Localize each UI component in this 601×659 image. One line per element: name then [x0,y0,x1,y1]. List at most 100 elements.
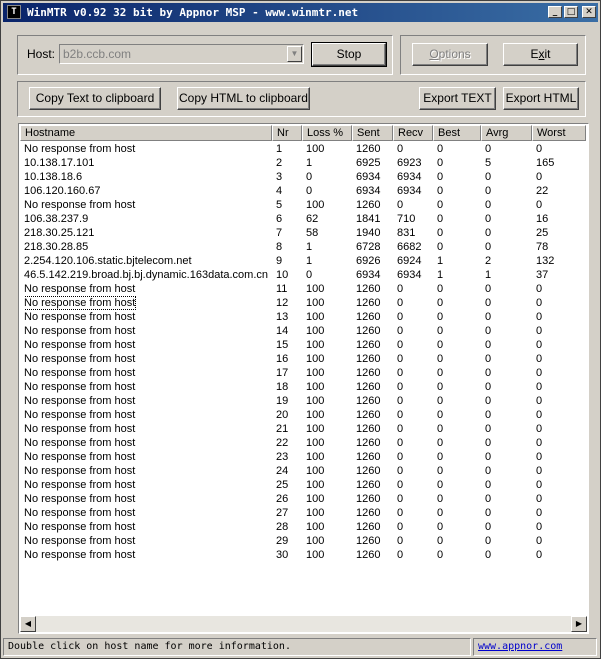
cell-loss: 100 [306,283,325,295]
table-row[interactable]: 106.38.237.9 6 62 1841 710 0 0 16 [20,212,586,226]
cell-avrg: 0 [485,143,492,155]
cell-sent: 6925 [356,157,381,169]
hops-listview[interactable]: Hostname Nr Loss % Sent Recv Best Avrg Worst No… [18,123,589,634]
cell-avrg: 0 [485,423,492,435]
cell-loss: 100 [306,353,325,365]
table-row[interactable]: No response from host 11 100 1260 0 0 0 0 [20,282,586,296]
table-row[interactable]: 10.138.18.6 3 0 6934 6934 0 0 0 [20,170,586,184]
cell-recv: 0 [397,381,404,393]
table-row[interactable]: No response from host 13 100 1260 0 0 0 0 [20,310,586,324]
column-header-hostname[interactable]: Hostname [20,125,272,141]
cell-avrg: 0 [485,199,492,211]
cell-nr: 26 [276,493,289,505]
column-header-loss[interactable]: Loss % [302,125,352,141]
table-row[interactable]: No response from host 26 100 1260 0 0 0 0 [20,492,586,506]
cell-sent: 1841 [356,213,381,225]
maximize-icon[interactable]: □ [564,6,578,18]
table-row[interactable]: 2.254.120.106.static.bjtelecom.net 9 1 6926… [20,254,586,268]
horizontal-scrollbar[interactable]: ◀ ▶ [20,616,587,632]
table-row[interactable]: No response from host 20 100 1260 0 0 0 0 [20,408,586,422]
table-row[interactable]: No response from host 17 100 1260 0 0 0 0 [20,366,586,380]
table-row[interactable]: No response from host 12 100 1260 0 0 0 0 [20,296,586,310]
cell-sent: 1260 [356,199,381,211]
table-row[interactable]: No response from host 16 100 1260 0 0 0 0 [20,352,586,366]
table-row[interactable]: No response from host 23 100 1260 0 0 0 0 [20,450,586,464]
cell-sent: 1260 [356,367,381,379]
table-row[interactable]: No response from host 25 100 1260 0 0 0 0 [20,478,586,492]
column-header-avrg[interactable]: Avrg [481,125,532,141]
column-header-nr[interactable]: Nr [272,125,302,141]
chevron-down-icon[interactable]: ▼ [287,46,302,62]
table-row[interactable]: No response from host 21 100 1260 0 0 0 0 [20,422,586,436]
cell-best: 0 [437,241,444,253]
scroll-left-icon[interactable]: ◀ [20,616,36,632]
cell-sent: 1260 [356,409,381,421]
table-row[interactable]: 10.138.17.101 2 1 6925 6923 0 5 165 [20,156,586,170]
cell-best: 0 [437,325,444,337]
table-row[interactable]: No response from host 29 100 1260 0 0 0 0 [20,534,586,548]
cell-sent: 1260 [356,535,381,547]
cell-loss: 100 [306,199,325,211]
host-combobox[interactable]: b2b.ccb.com ▼ [59,44,304,64]
table-row[interactable]: No response from host 22 100 1260 0 0 0 0 [20,436,586,450]
copy-html-button[interactable]: Copy HTML to clipboard [177,87,310,110]
export-html-button[interactable]: Export HTML [503,87,579,110]
table-row[interactable]: No response from host 18 100 1260 0 0 0 0 [20,380,586,394]
table-row[interactable]: No response from host 19 100 1260 0 0 0 0 [20,394,586,408]
cell-recv: 0 [397,423,404,435]
table-row[interactable]: 218.30.25.121 7 58 1940 831 0 0 25 [20,226,586,240]
table-row[interactable]: No response from host 24 100 1260 0 0 0 0 [20,464,586,478]
cell-best: 0 [437,381,444,393]
column-header-worst[interactable]: Worst [532,125,586,141]
title-bar[interactable]: T WinMTR v0.92 32 bit by Appnor MSP - ww… [3,3,598,22]
cell-best: 0 [437,283,444,295]
column-header-recv[interactable]: Recv [393,125,433,141]
export-text-button[interactable]: Export TEXT [419,87,496,110]
cell-hostname: No response from host [24,479,136,491]
cell-avrg: 2 [485,255,492,267]
cell-hostname: No response from host [24,451,136,463]
copy-text-button[interactable]: Copy Text to clipboard [29,87,161,110]
table-row[interactable]: No response from host 15 100 1260 0 0 0 0 [20,338,586,352]
table-row[interactable]: No response from host 1 100 1260 0 0 0 0 [20,142,586,156]
cell-hostname: No response from host [24,339,136,351]
cell-loss: 58 [306,227,319,239]
cell-best: 0 [437,451,444,463]
cell-best: 1 [437,255,444,267]
close-icon[interactable]: ✕ [582,6,596,18]
cell-loss: 100 [306,409,325,421]
cell-avrg: 0 [485,311,492,323]
cell-nr: 22 [276,437,289,449]
cell-recv: 6934 [397,269,422,281]
table-row[interactable]: No response from host 5 100 1260 0 0 0 0 [20,198,586,212]
stop-button[interactable]: Stop [311,42,387,67]
column-header-sent[interactable]: Sent [352,125,393,141]
cell-nr: 7 [276,227,283,239]
table-row[interactable]: No response from host 30 100 1260 0 0 0 0 [20,548,586,562]
cell-hostname: 2.254.120.106.static.bjtelecom.net [24,255,192,267]
scroll-right-icon[interactable]: ▶ [571,616,587,632]
cell-sent: 1260 [356,395,381,407]
table-row[interactable]: No response from host 27 100 1260 0 0 0 0 [20,506,586,520]
cell-loss: 100 [306,143,325,155]
table-row[interactable]: 106.120.160.67 4 0 6934 6934 0 0 22 [20,184,586,198]
exit-button[interactable]: Exit [503,43,578,66]
table-row[interactable]: No response from host 28 100 1260 0 0 0 0 [20,520,586,534]
cell-recv: 0 [397,437,404,449]
host-value: b2b.ccb.com [63,47,132,61]
column-header-best[interactable]: Best [433,125,481,141]
cell-avrg: 1 [485,269,492,281]
cell-best: 0 [437,479,444,491]
cell-worst: 0 [536,465,543,477]
cell-hostname: No response from host [24,353,136,365]
minimize-icon[interactable]: _ [548,6,562,18]
options-button[interactable]: Options [412,43,488,66]
cell-avrg: 0 [485,241,492,253]
appnor-link[interactable]: www.appnor.com [473,638,597,656]
table-row[interactable]: No response from host 14 100 1260 0 0 0 0 [20,324,586,338]
cell-nr: 14 [276,325,289,337]
cell-avrg: 0 [485,465,492,477]
table-row[interactable]: 218.30.28.85 8 1 6728 6682 0 0 78 [20,240,586,254]
table-row[interactable]: 46.5.142.219.broad.bj.bj.dynamic.163data… [20,268,586,282]
cell-recv: 6934 [397,185,422,197]
